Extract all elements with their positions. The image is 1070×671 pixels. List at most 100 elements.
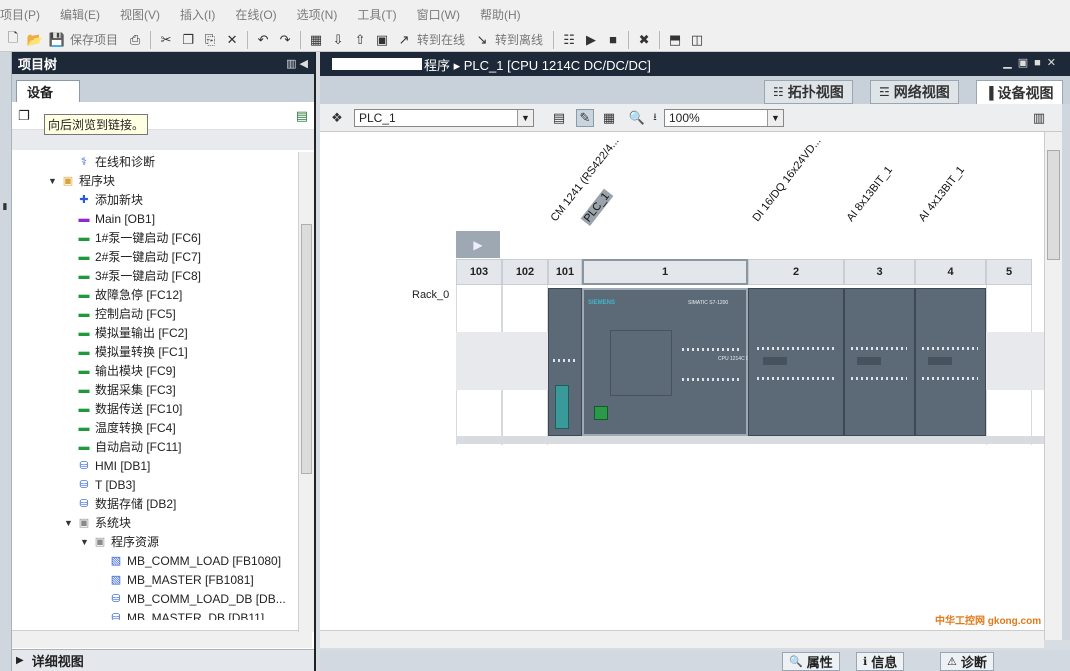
go-online-button[interactable]: 转到在线 <box>417 31 465 48</box>
split-vertical-icon[interactable]: ◫ <box>688 31 706 49</box>
tree-item[interactable]: ▬ 模拟量输出 [FC2] <box>64 323 188 342</box>
module-ai8[interactable] <box>844 288 915 436</box>
tab-diagnostics[interactable]: ⚠ 诊断 <box>940 652 994 671</box>
new-project-icon[interactable]: 🗋 <box>4 30 22 49</box>
overview-icon[interactable]: ▥ <box>1030 109 1048 127</box>
tree-item[interactable]: ▬ 输出模块 [FC9] <box>64 361 176 380</box>
expand-arrow-icon[interactable]: ▼ <box>80 537 92 547</box>
window-controls-icon[interactable]: ▁▣■✕ <box>1003 56 1062 69</box>
tree-item[interactable]: ▬ 模拟量转换 [FC1] <box>64 342 188 361</box>
menu-item[interactable]: 项目(P) <box>0 6 48 23</box>
stop-cpu-icon[interactable]: ■ <box>604 31 622 49</box>
menu-item[interactable]: 选项(N) <box>297 6 346 23</box>
go-online-icon[interactable]: ↗ <box>395 31 413 49</box>
menu-item[interactable]: 窗口(W) <box>417 6 468 23</box>
tab-devices[interactable]: 设备 <box>16 80 80 102</box>
device-canvas[interactable]: CM 1241 (RS422/4... PLC_1 DI 16/DQ 16x24… <box>320 132 1044 640</box>
tab-properties[interactable]: 🔍 属性 <box>782 652 840 671</box>
accessible-devices-icon[interactable]: ☷ <box>560 31 578 49</box>
save-icon[interactable]: 💾 <box>48 31 66 49</box>
save-project-button[interactable]: 保存项目 <box>70 31 118 48</box>
chevron-down-icon[interactable]: ▼ <box>517 110 533 126</box>
download-icon[interactable]: ⇩ <box>329 31 347 49</box>
expand-arrow-icon[interactable]: ▼ <box>48 176 60 186</box>
module-di16-dq16[interactable] <box>748 288 844 436</box>
canvas-horizontal-scrollbar[interactable] <box>320 630 1044 648</box>
chevron-down-icon[interactable]: ▼ <box>767 110 783 126</box>
simulation-icon[interactable]: ▣ <box>373 31 391 49</box>
tree-item[interactable]: ✚ 添加新块 <box>64 190 143 209</box>
tree-item[interactable]: ▬ 温度转换 [FC4] <box>64 418 176 437</box>
zoom-select[interactable]: 100% ▼ <box>664 109 784 127</box>
paste-icon[interactable]: ⎘ <box>201 31 219 49</box>
tree-item[interactable]: ▬ 故障急停 [FC12] <box>64 285 183 304</box>
start-cpu-icon[interactable]: ▶ <box>582 31 600 49</box>
tree-item[interactable]: ⛁ 数据存储 [DB2] <box>64 494 176 513</box>
tree-item[interactable]: ▬ 控制启动 [FC5] <box>64 304 176 323</box>
redo-icon[interactable]: ↷ <box>276 31 294 49</box>
tree-item[interactable]: ▬ Main [OB1] <box>64 209 156 228</box>
show-modules-icon[interactable]: ▤ <box>550 109 568 127</box>
tree-item[interactable]: ▧ MB_COMM_LOAD [FB1080] <box>96 551 281 570</box>
tree-item[interactable]: ▬ 2#泵一键启动 [FC7] <box>64 247 202 266</box>
tree-item[interactable]: ⛁ HMI [DB1] <box>64 456 150 475</box>
menu-item[interactable]: 帮助(H) <box>480 6 529 23</box>
tab-network-view[interactable]: ☲ 网络视图 <box>870 80 959 104</box>
menu-item[interactable]: 在线(O) <box>235 6 284 23</box>
module-label-ai4[interactable]: AI 4x13BIT_1 <box>917 164 967 224</box>
tree-vertical-scrollbar[interactable] <box>298 152 314 632</box>
expand-arrow-icon[interactable]: ▼ <box>64 518 76 528</box>
tree-item[interactable]: ▧ MB_MASTER [FB1081] <box>96 570 254 589</box>
tree-item[interactable]: ▬ 自动启动 [FC11] <box>64 437 182 456</box>
tab-info[interactable]: ℹ 信息 <box>856 652 905 671</box>
module-cm1241[interactable] <box>548 288 582 436</box>
cut-icon[interactable]: ✂ <box>157 31 175 49</box>
module-cpu-1214c[interactable]: SIEMENS SIMATIC S7-1200 CPU 1214C DC/DC/… <box>582 288 771 436</box>
expand-rack-button[interactable]: ▶ <box>456 231 500 258</box>
copy-icon[interactable]: ❐ <box>179 31 197 49</box>
zoom-dropdown-icon[interactable]: ⭳ <box>646 109 664 127</box>
module-label-plc[interactable]: PLC_1 <box>580 188 614 226</box>
menu-item[interactable]: 视图(V) <box>120 6 168 23</box>
device-select[interactable]: PLC_1 ▼ <box>354 109 534 127</box>
go-offline-button[interactable]: 转到离线 <box>495 31 543 48</box>
panel-pin-icon[interactable]: ▥ ◀ <box>286 57 308 70</box>
compile-icon[interactable]: ▦ <box>307 31 325 49</box>
tree-item[interactable]: ⛁ T [DB3] <box>64 475 135 494</box>
menu-item[interactable]: 编辑(E) <box>60 6 108 23</box>
tree-item[interactable]: ⛁ MB_COMM_LOAD_DB [DB... <box>96 589 285 608</box>
grid-icon[interactable]: ▦ <box>600 109 618 127</box>
right-collapsed-strip[interactable] <box>1062 104 1070 640</box>
new-item-icon[interactable]: ❐ <box>18 108 30 124</box>
tree-item[interactable]: ▬ 数据传送 [FC10] <box>64 399 183 418</box>
cross-reference-icon[interactable]: ✖ <box>635 31 653 49</box>
scroll-thumb[interactable] <box>1047 150 1060 260</box>
tree-item[interactable]: ▼ ▣ 系统块 <box>64 513 131 532</box>
upload-icon[interactable]: ⇧ <box>351 31 369 49</box>
tree-item[interactable]: ⛁ MB_MASTER_DB [DB11] <box>96 608 264 621</box>
show-overview-icon[interactable]: ▤ <box>296 108 308 124</box>
left-collapsed-strip[interactable]: ▮ <box>0 52 12 671</box>
undo-icon[interactable]: ↶ <box>254 31 272 49</box>
scroll-thumb[interactable] <box>301 224 312 474</box>
tree-item[interactable]: ▬ 数据采集 [FC3] <box>64 380 176 399</box>
tab-device-view[interactable]: ▐ 设备视图 <box>976 80 1063 104</box>
menu-item[interactable]: 插入(I) <box>180 6 223 23</box>
edit-icon[interactable]: ✎ <box>576 109 594 127</box>
tree-item[interactable]: ▼ ▣ 程序块 <box>48 171 115 190</box>
go-offline-icon[interactable]: ↘ <box>473 31 491 49</box>
menu-item[interactable]: 工具(T) <box>357 6 404 23</box>
split-horizontal-icon[interactable]: ⬒ <box>666 31 684 49</box>
tree-horizontal-scrollbar[interactable] <box>12 630 312 648</box>
open-project-icon[interactable]: 📂 <box>26 31 44 49</box>
details-view-bar[interactable]: ▶ 详细视图 <box>12 649 314 671</box>
module-label-di16dq16[interactable]: DI 16/DQ 16x24VD... <box>751 135 824 224</box>
print-icon[interactable]: ⎙ <box>126 31 144 49</box>
tab-topology-view[interactable]: ☷ 拓扑视图 <box>764 80 853 104</box>
tree-item[interactable]: ▬ 3#泵一键启动 [FC8] <box>64 266 202 285</box>
device-tool-icon[interactable]: ❖ <box>328 109 346 127</box>
tree-item[interactable]: ▬ 1#泵一键启动 [FC6] <box>64 228 202 247</box>
module-ai4[interactable] <box>915 288 986 436</box>
tree-item[interactable]: ⚕ 在线和诊断 <box>64 152 155 171</box>
tree-item[interactable]: ▼ ▣ 程序资源 <box>80 532 159 551</box>
